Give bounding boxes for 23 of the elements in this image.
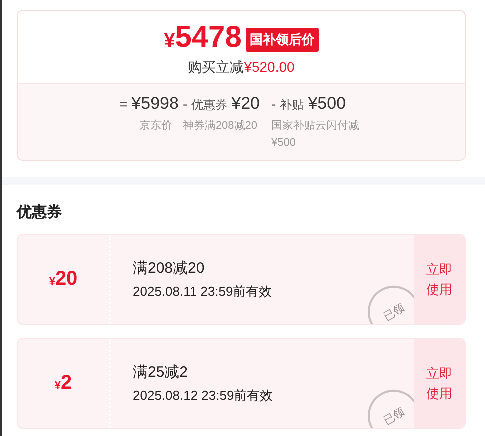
breakdown-amount: ¥20 <box>232 94 260 114</box>
coupon-value: ¥20 <box>49 268 78 291</box>
discount-text: 购买立减¥520.00 <box>188 59 295 77</box>
coupon-validity: 2025.08.12 23:59前有效 <box>133 386 274 404</box>
breakdown-description: 国家补贴云闪付减¥500 <box>272 118 361 151</box>
breakdown-amount: ¥500 <box>308 94 346 114</box>
section-title: 优惠券 <box>17 203 63 222</box>
breakdown-amount: ¥5998 <box>132 94 179 114</box>
coupon-validity: 2025.08.11 23:59前有效 <box>133 282 274 300</box>
use-now-button[interactable]: 立即使用 <box>414 235 465 324</box>
operator-sign: - <box>272 96 276 112</box>
operator-sign: = <box>119 96 128 112</box>
coupon-condition: 满208减20 <box>133 258 206 278</box>
breakdown-description: 京东价 <box>138 118 173 134</box>
operator-sign: - <box>182 96 188 112</box>
price-badge: 国补领后价 <box>246 28 319 52</box>
breakdown-label: 优惠券 <box>192 97 228 114</box>
coupon-value: ¥2 <box>54 372 72 395</box>
final-price: ¥5478 <box>164 21 242 56</box>
breakdown-label: 补贴 <box>280 97 304 114</box>
breakdown-description: 神券满208减20 <box>182 119 258 134</box>
coupon-condition: 满25减2 <box>133 362 190 382</box>
use-now-button[interactable]: 立即使用 <box>414 339 465 428</box>
